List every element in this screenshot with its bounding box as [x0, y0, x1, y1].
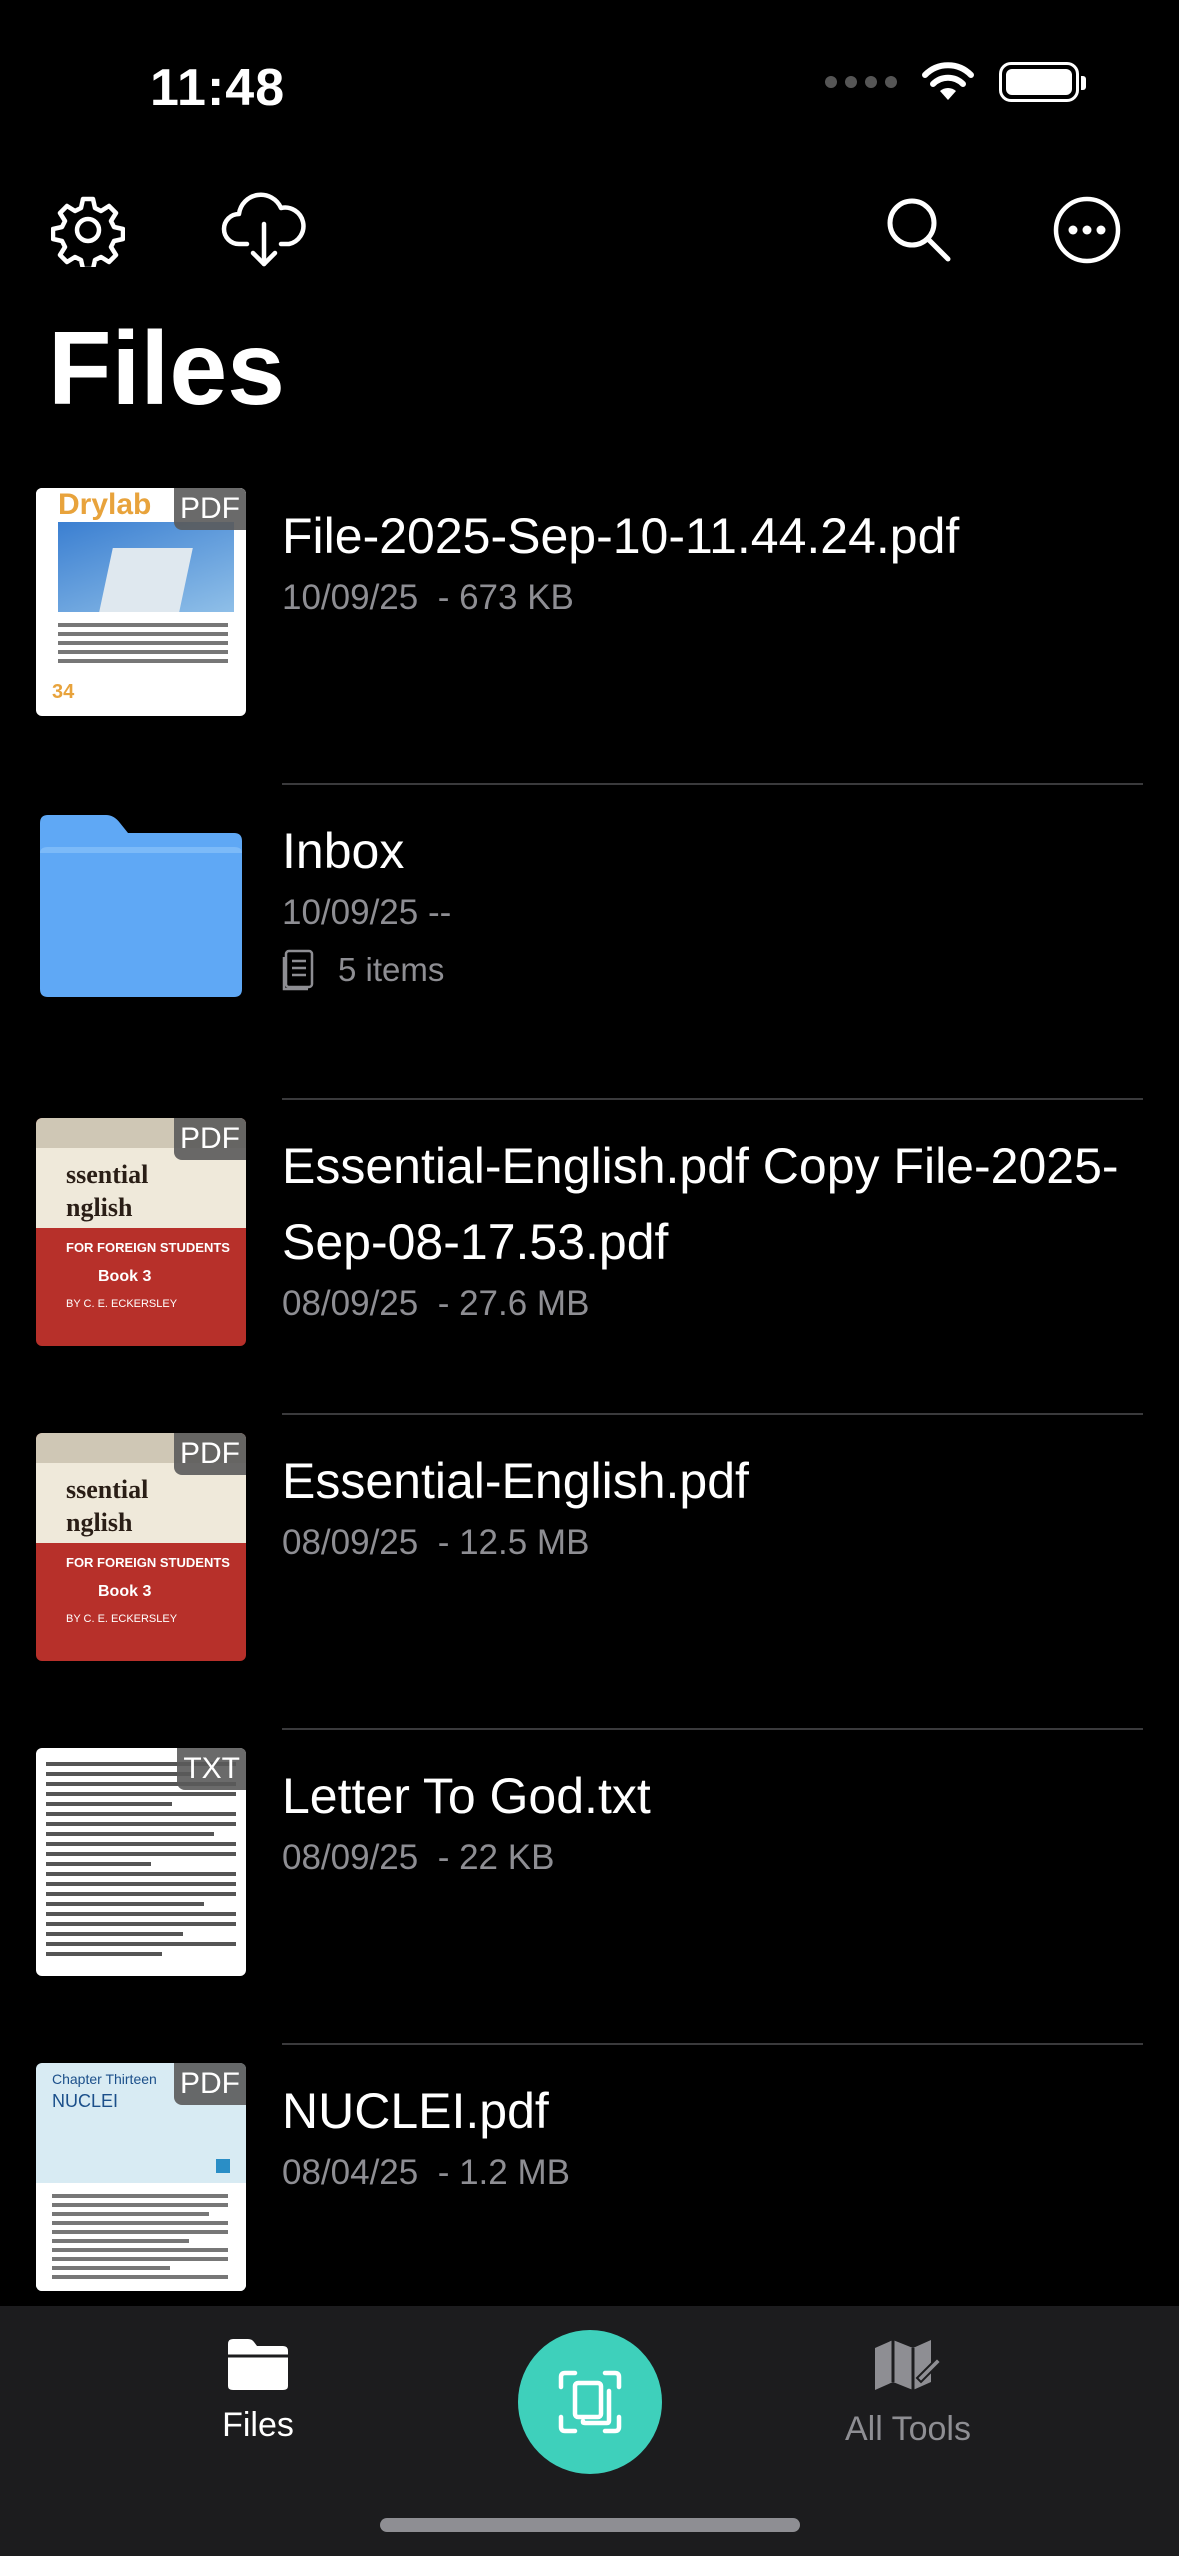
file-type-badge: PDF — [174, 1433, 246, 1475]
cellular-signal-icon — [825, 76, 897, 88]
file-thumbnail: Chapter Thirteen NUCLEI PDF — [36, 2063, 246, 2291]
thumbnail-title-line1: ssential — [66, 1160, 149, 1189]
file-thumbnail: ssential nglish FOR FOREIGN STUDENTS Boo… — [36, 1433, 246, 1661]
thumbnail-subtitle: FOR FOREIGN STUDENTS — [66, 1240, 230, 1255]
thumbnail-chapter: Chapter Thirteen — [52, 2071, 157, 2087]
page-title: Files — [48, 311, 285, 427]
thumbnail-subtitle: FOR FOREIGN STUDENTS — [66, 1555, 230, 1570]
thumbnail-title: Drylab — [58, 488, 152, 521]
thumbnail-title-line1: ssential — [66, 1475, 149, 1504]
thumbnail-book: Book 3 — [98, 1583, 152, 1600]
folder-item-count: 5 items — [282, 949, 1139, 991]
cloud-download-button[interactable] — [214, 180, 314, 280]
thumbnail-author: BY C. E. ECKERSLEY — [66, 1613, 178, 1625]
tools-icon — [875, 2340, 943, 2390]
status-time: 11:48 — [150, 59, 286, 117]
gear-icon — [51, 196, 125, 267]
file-type-badge: PDF — [174, 2063, 246, 2105]
file-name: File-2025-Sep-10-11.44.24.pdf — [282, 508, 960, 564]
file-row[interactable]: TXT Letter To God.txt 08/09/25 - 22 KB — [0, 1730, 1179, 2045]
ellipsis-circle-icon — [1053, 196, 1121, 264]
tab-files[interactable]: Files — [128, 2336, 388, 2445]
file-thumbnail: TXT — [36, 1748, 246, 1976]
more-options-button[interactable] — [1037, 180, 1137, 280]
file-list: Drylab 34 PDF File-2025-Sep-10-11.44.24.… — [0, 470, 1179, 2360]
tab-label: Files — [222, 2406, 294, 2444]
folder-icon — [40, 815, 242, 997]
file-type-badge: PDF — [174, 1118, 246, 1160]
document-icon — [282, 949, 314, 991]
scan-document-icon — [558, 2370, 622, 2434]
file-name: Essential-English.pdf — [282, 1453, 749, 1509]
search-icon — [887, 198, 951, 262]
thumbnail-title-line2: nglish — [66, 1508, 133, 1537]
folder-name: Inbox — [282, 823, 405, 879]
settings-button[interactable] — [38, 180, 138, 280]
file-row[interactable]: ssential nglish FOR FOREIGN STUDENTS Boo… — [0, 1415, 1179, 1730]
file-type-badge: PDF — [174, 488, 246, 530]
folder-row[interactable]: Inbox 10/09/25 -- 5 items — [0, 785, 1179, 1100]
thumbnail-title: NUCLEI — [52, 2091, 119, 2111]
file-meta: 08/09/25 - 12.5 MB — [282, 1523, 590, 1562]
thumbnail-page-number: 34 — [52, 681, 75, 703]
status-bar: 11:48 — [0, 0, 1179, 170]
file-meta: 08/04/25 - 1.2 MB — [282, 2153, 570, 2192]
file-name: NUCLEI.pdf — [282, 2083, 549, 2139]
status-icons — [825, 62, 1086, 102]
scan-button[interactable] — [518, 2330, 662, 2474]
top-toolbar — [0, 180, 1179, 280]
file-type-badge: TXT — [177, 1748, 246, 1790]
battery-icon — [999, 62, 1086, 102]
wifi-icon — [922, 62, 974, 100]
thumbnail-author: BY C. E. ECKERSLEY — [66, 1298, 178, 1310]
file-thumbnail: Drylab 34 PDF — [36, 488, 246, 716]
file-row[interactable]: ssential nglish FOR FOREIGN STUDENTS Boo… — [0, 1100, 1179, 1415]
thumbnail-title-line2: nglish — [66, 1193, 133, 1222]
file-meta: 10/09/25 - 673 KB — [282, 578, 574, 617]
folder-icon — [228, 2339, 288, 2390]
cloud-download-icon — [221, 192, 306, 267]
file-name: Essential-English.pdf Copy File-2025-Sep… — [282, 1138, 1119, 1270]
file-name: Letter To God.txt — [282, 1768, 651, 1824]
tab-all-tools[interactable]: All Tools — [778, 2336, 1038, 2449]
file-meta: 08/09/25 - 27.6 MB — [282, 1284, 590, 1323]
home-indicator — [380, 2518, 800, 2532]
tab-bar: Files All Tools — [0, 2306, 1179, 2556]
search-button[interactable] — [869, 180, 969, 280]
file-row[interactable]: Drylab 34 PDF File-2025-Sep-10-11.44.24.… — [0, 470, 1179, 785]
thumbnail-book: Book 3 — [98, 1268, 152, 1285]
tab-label: All Tools — [845, 2410, 971, 2448]
file-thumbnail: ssential nglish FOR FOREIGN STUDENTS Boo… — [36, 1118, 246, 1346]
file-meta: 10/09/25 -- — [282, 893, 452, 932]
file-meta: 08/09/25 - 22 KB — [282, 1838, 555, 1877]
